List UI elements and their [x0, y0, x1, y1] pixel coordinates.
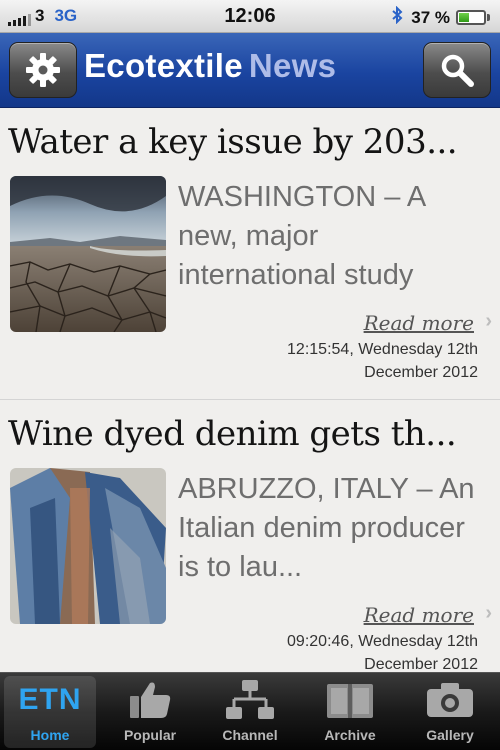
tab-label: Channel [222, 727, 278, 743]
article-item[interactable]: Water a key issue by 203... WASHINGTON –… [0, 108, 500, 400]
battery-percent: 37 % [411, 7, 450, 27]
camera-icon [400, 679, 500, 721]
article-thumbnail-drought[interactable] [10, 176, 166, 332]
timestamp-date: December 2012 [364, 656, 478, 672]
tab-gallery[interactable]: Gallery [400, 673, 500, 750]
read-more-link[interactable]: Read more [364, 603, 474, 627]
battery-level-fill [459, 13, 469, 22]
bluetooth-icon [391, 5, 403, 29]
tab-bar: ETN Home Popular Channel Archive Gallery [0, 672, 500, 750]
tab-archive[interactable]: Archive [300, 673, 400, 750]
status-bar: 3 3G 12:06 37 % [0, 0, 500, 33]
tab-label: Archive [324, 727, 376, 743]
thumbs-up-icon [100, 679, 200, 721]
tab-label: Gallery [426, 727, 474, 743]
settings-button[interactable] [9, 42, 77, 98]
etn-icon: ETN [0, 679, 100, 721]
etn-logo-text: ETN [18, 683, 82, 716]
timestamp-date: December 2012 [364, 364, 478, 381]
tab-channel[interactable]: Channel [200, 673, 300, 750]
timestamp-time: 12:15:54, Wednesday 12th [287, 341, 478, 358]
read-more-link[interactable]: Read more [364, 311, 474, 335]
battery-icon [456, 10, 486, 25]
search-button[interactable] [423, 42, 491, 98]
tab-label: Home [30, 727, 70, 743]
chevron-right-icon[interactable]: › [485, 602, 492, 625]
article-timestamp: 09:20:46, Wednesday 12th December 2012 [218, 630, 478, 672]
article-summary: ABRUZZO, ITALY – An Italian denim produc… [178, 473, 475, 583]
hierarchy-icon [200, 679, 300, 721]
brand-accent: News [248, 47, 337, 84]
tab-label: Popular [123, 727, 177, 743]
archive-icon [300, 679, 400, 721]
article-timestamp: 12:15:54, Wednesday 12th December 2012 [218, 338, 478, 384]
timestamp-time: 09:20:46, Wednesday 12th [287, 633, 478, 650]
article-list: Water a key issue by 203... WASHINGTON –… [0, 108, 500, 672]
article-item[interactable]: Wine dyed denim gets th... ABRUZZO, ITAL… [0, 400, 500, 672]
gear-icon [26, 53, 60, 87]
battery-tip [487, 14, 490, 21]
article-title[interactable]: Water a key issue by 203... [8, 122, 458, 162]
chevron-right-icon[interactable]: › [485, 310, 492, 333]
article-thumbnail-denim[interactable] [10, 468, 166, 624]
search-icon [441, 54, 474, 87]
app-logo-title: Ecotextile News [84, 47, 336, 85]
app-header: Ecotextile News [0, 33, 500, 108]
article-title[interactable]: Wine dyed denim gets th... [8, 414, 457, 454]
tab-home[interactable]: ETN Home [0, 673, 100, 750]
tab-popular[interactable]: Popular [100, 673, 200, 750]
brand-main: Ecotextile [84, 47, 243, 84]
article-summary: WASHINGTON – A new, major international … [178, 181, 425, 291]
status-right: 37 % [391, 5, 490, 29]
